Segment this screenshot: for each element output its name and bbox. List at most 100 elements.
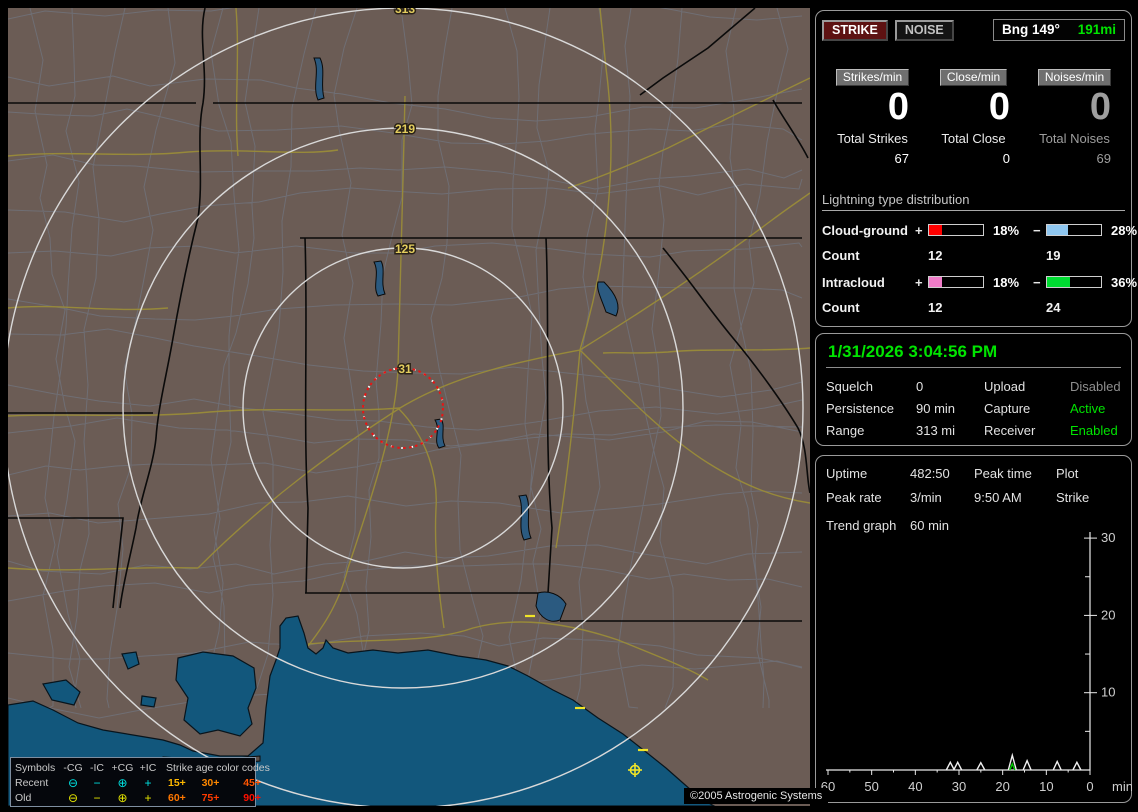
- cg-positive-count: 12: [928, 247, 943, 263]
- receiver-value: Enabled: [1070, 423, 1118, 438]
- cg-positive-bar: [928, 224, 984, 237]
- age-75: 75+: [201, 791, 220, 804]
- noises-rate-value: 0: [1089, 86, 1111, 128]
- trend-x-tick: 30: [952, 779, 966, 794]
- cloud-ground-row: Cloud-ground + 18% − 28%: [822, 222, 1137, 238]
- receiver-label: Receiver: [984, 423, 1036, 438]
- trend-graph: 10203060 50 40 30 20 10 0 min: [821, 530, 1132, 794]
- trend-y-tick: 30: [1101, 530, 1115, 545]
- strikes-per-min-button[interactable]: Strikes/min: [835, 69, 910, 86]
- range-ring-label: 219: [395, 122, 415, 136]
- map-display[interactable]: 313 219 125 31: [8, 8, 810, 806]
- count-label: Count: [822, 247, 860, 263]
- persistence-label: Persistence: [826, 401, 894, 416]
- recent-neg-cg-icon: ⊖: [67, 775, 79, 790]
- total-close-label: Total Close: [941, 130, 1006, 146]
- recent-neg-ic-icon: −: [93, 775, 101, 790]
- total-close-value: 0: [1002, 150, 1010, 166]
- date-time: 1/31/2026 3:04:56 PM: [826, 338, 1121, 368]
- ic-positive-pct: 18%: [993, 274, 1020, 290]
- trend-spike-strike: [1022, 758, 1032, 771]
- trend-y-tick: 10: [1101, 685, 1115, 700]
- intracloud-row: Intracloud + 18% − 36%: [822, 274, 1137, 290]
- total-noises-label: Total Noises: [1039, 130, 1110, 146]
- plus-sign: +: [915, 274, 923, 290]
- plot-value: Strike: [1056, 490, 1090, 505]
- peak-time-label: Peak time: [974, 466, 1032, 481]
- trend-x-tick: 40: [908, 779, 922, 794]
- cg-negative-pct: 28%: [1111, 222, 1138, 238]
- bearing-value: Bng 149°: [1002, 22, 1060, 37]
- intracloud-label: Intracloud: [822, 274, 885, 290]
- ic-negative-bar: [1046, 276, 1102, 289]
- close-per-min-button[interactable]: Close/min: [939, 69, 1008, 86]
- noises-per-min-button[interactable]: Noises/min: [1037, 69, 1112, 86]
- age-15: 15+: [168, 776, 186, 789]
- trend-spike-strike: [1072, 760, 1082, 771]
- bearing-readout: Bng 149° 191mi: [993, 19, 1125, 41]
- legend-header-pos-cg: +CG: [111, 761, 134, 774]
- bearing-range-value: 191mi: [1077, 22, 1116, 37]
- legend-header-age: Strike age color codes: [166, 761, 270, 774]
- legend-header-neg-ic: -IC: [90, 761, 104, 774]
- range-label: Range: [826, 423, 865, 438]
- strikes-counter-column: Strikes/min 0 Total Strikes 67: [822, 69, 923, 166]
- copyright-notice: ©2005 Astrogenic Systems: [684, 788, 829, 804]
- minus-sign: −: [1033, 274, 1041, 290]
- ic-negative-count: 24: [1046, 299, 1061, 315]
- recent-pos-ic-icon: +: [144, 775, 152, 790]
- legend-row-old-label: Old: [15, 791, 32, 804]
- age-60: 60+: [168, 791, 186, 804]
- trend-x-tick: 10: [1039, 779, 1053, 794]
- ic-negative-pct: 36%: [1111, 274, 1138, 290]
- distribution-header: Lightning type distribution: [822, 192, 1125, 211]
- total-strikes-label: Total Strikes: [837, 130, 908, 146]
- symbol-legend: Symbols -CG -IC +CG +IC Strike age color…: [10, 757, 270, 807]
- capture-label: Capture: [984, 401, 1031, 416]
- total-noises-value: 69: [1096, 150, 1111, 166]
- old-neg-ic-icon: −: [93, 790, 101, 805]
- peak-rate-value: 3/min: [910, 490, 942, 505]
- trend-x-unit: min: [1112, 779, 1132, 794]
- total-strikes-value: 67: [894, 150, 909, 166]
- trend-spike-strike: [1052, 759, 1062, 771]
- trend-spike-strike: [953, 760, 963, 771]
- cg-positive-pct: 18%: [993, 222, 1020, 238]
- trend-panel: Uptime 482:50 Peak time Plot Peak rate 3…: [815, 455, 1132, 803]
- trend-x-tick: 50: [864, 779, 878, 794]
- trend-x-tick: 0: [1086, 779, 1093, 794]
- close-rate-value: 0: [988, 86, 1010, 128]
- range-ring-label: 125: [395, 242, 415, 256]
- strike-mode-button[interactable]: STRIKE: [822, 19, 888, 41]
- map-svg: 313 219 125 31: [8, 8, 810, 806]
- strikes-rate-value: 0: [887, 86, 909, 128]
- peak-time-value: 9:50 AM: [974, 490, 1022, 505]
- old-pos-ic-icon: +: [144, 790, 152, 805]
- recent-pos-cg-icon: ⊕: [117, 775, 128, 790]
- cg-negative-count: 19: [1046, 247, 1061, 263]
- upload-label: Upload: [984, 379, 1026, 394]
- old-neg-cg-icon: ⊖: [67, 790, 79, 805]
- counters-panel: STRIKE NOISE Bng 149° 191mi Strikes/min …: [815, 10, 1137, 327]
- persistence-value: 90 min: [916, 401, 956, 416]
- range-ring-label: 31: [398, 362, 412, 376]
- age-90: 90+: [243, 791, 261, 804]
- legend-row-recent-label: Recent: [15, 776, 49, 789]
- age-30: 30+: [201, 776, 220, 789]
- intracloud-count-row: Count 12 24: [822, 300, 1125, 315]
- capture-value: Active: [1070, 401, 1106, 416]
- noise-mode-button[interactable]: NOISE: [894, 19, 954, 41]
- legend-header-symbols: Symbols: [15, 761, 56, 774]
- count-label: Count: [822, 299, 860, 315]
- range-ring-label: 313: [395, 8, 415, 16]
- trend-y-tick: 20: [1101, 607, 1115, 622]
- nexstorm-window: 313 219 125 31 Symbols -CG -IC +CG +IC Stri…: [0, 0, 1138, 812]
- upload-value: Disabled: [1070, 379, 1121, 394]
- legend-header-pos-ic: +IC: [139, 761, 157, 774]
- minus-sign: −: [1033, 222, 1041, 238]
- noises-counter-column: Noises/min 0 Total Noises 69: [1024, 69, 1125, 166]
- close-counter-column: Close/min 0 Total Close 0: [923, 69, 1024, 166]
- squelch-value: 0: [916, 379, 924, 394]
- plot-label: Plot: [1056, 466, 1079, 481]
- ic-positive-count: 12: [928, 299, 943, 315]
